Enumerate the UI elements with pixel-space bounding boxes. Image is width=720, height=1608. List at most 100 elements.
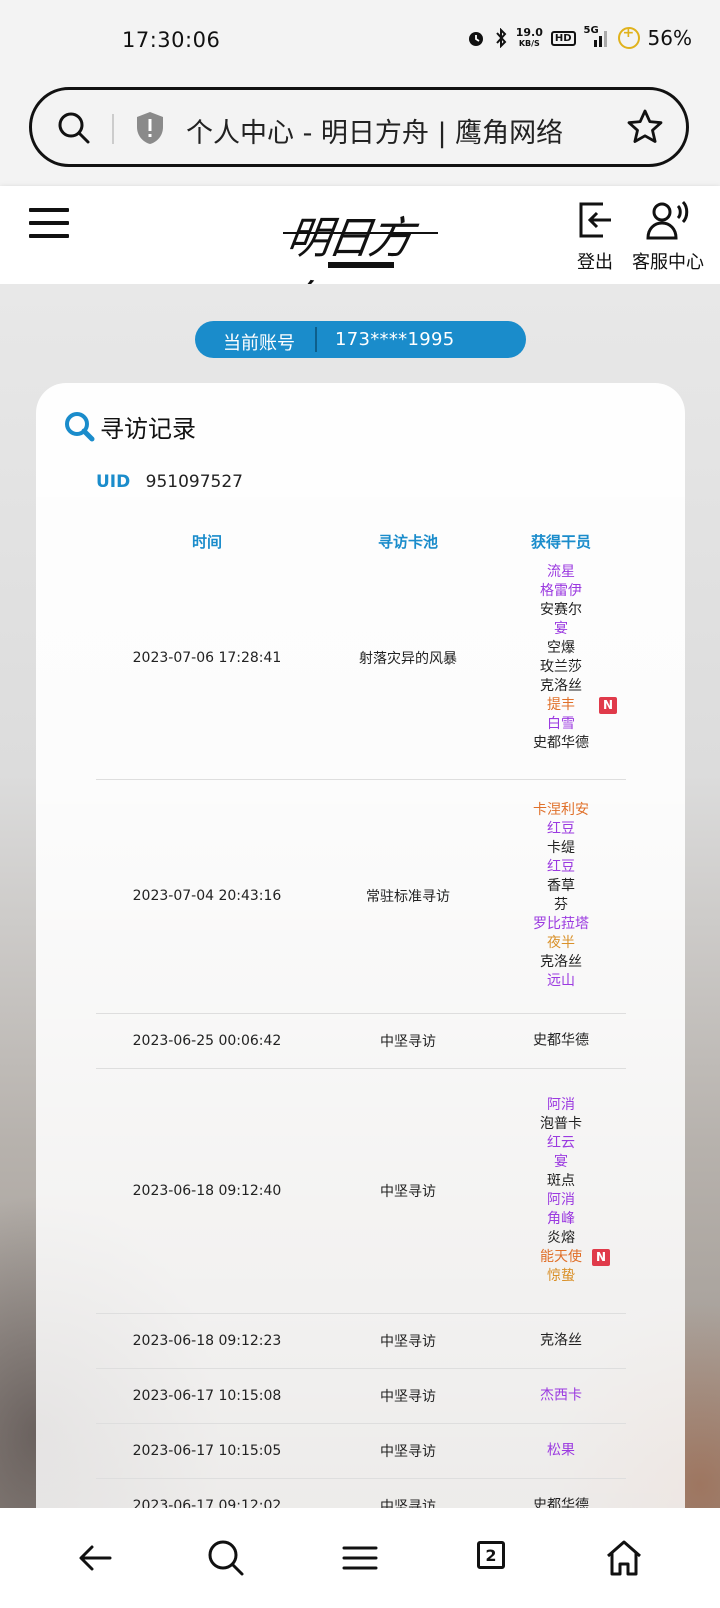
- operator-name: 能天使 N: [540, 1248, 611, 1267]
- operator-name: 红豆: [547, 859, 575, 875]
- search-icon: [65, 411, 95, 441]
- menu-icon[interactable]: [29, 208, 69, 242]
- operator-name: 安赛尔: [540, 601, 582, 618]
- operator-name: 玫兰莎: [540, 658, 582, 675]
- operator-name: 宴: [554, 1153, 568, 1170]
- clock: 17:30:06: [122, 28, 221, 52]
- record-time: 2023-06-17 09:12:02: [132, 1497, 282, 1509]
- operator-name: 惊蛰: [547, 1267, 575, 1284]
- record-operators: 松果: [547, 1441, 575, 1460]
- home-icon[interactable]: [604, 1538, 644, 1578]
- address-bar[interactable]: 个人中心 - 明日方舟 | 鹰角网络: [29, 87, 689, 167]
- uid-value: 951097527: [145, 472, 243, 492]
- record-time: 2023-06-17 10:15:05: [132, 1442, 282, 1459]
- operator-name: 格雷伊: [540, 582, 582, 599]
- operator-name: 松果: [547, 1442, 575, 1458]
- operator-name: 克洛丝: [540, 954, 582, 970]
- battery-saver-icon: [617, 25, 640, 49]
- back-arrow-icon[interactable]: [76, 1538, 116, 1578]
- record-time: 2023-07-06 17:28:41: [132, 649, 282, 666]
- table-row: 2023-06-18 09:12:40 中坚寻访 阿消 泡普卡 红云宴斑点 阿消 角峰 炎熔能…: [96, 1068, 626, 1314]
- signal-icon: 5G: [584, 25, 610, 48]
- record-operators: 杰西卡: [540, 1386, 582, 1405]
- record-time: 2023-06-17 10:15:08: [132, 1387, 282, 1404]
- record-pool: 中坚寻访: [380, 1183, 436, 1200]
- operator-name: 克洛丝: [540, 1332, 582, 1348]
- shield-icon[interactable]: [134, 110, 166, 146]
- operator-name: 卡涅利安: [533, 802, 589, 818]
- operator-name: 流星: [547, 563, 575, 580]
- bottom-navigation: 2: [0, 1508, 720, 1608]
- customer-service-button[interactable]: 客服中心: [630, 200, 706, 274]
- operator-name: 红豆: [547, 821, 575, 837]
- bluetooth-icon: [495, 28, 507, 48]
- operator-name: 提丰 N: [533, 696, 618, 715]
- operator-name: 夜半: [547, 935, 575, 951]
- operator-name: 远山: [547, 973, 575, 989]
- operator-name: 香草: [547, 878, 575, 894]
- record-time: 2023-06-18 09:12:40: [132, 1182, 282, 1199]
- operator-name: 宴: [554, 620, 568, 637]
- uid-label: UID: [96, 472, 131, 492]
- operator-name: 史都华德: [533, 1032, 589, 1048]
- table-row: 2023-06-17 10:15:08 中坚寻访 杰西卡: [96, 1368, 626, 1424]
- alarm-icon: [468, 32, 483, 46]
- service-label: 客服中心: [632, 252, 704, 273]
- status-icons: 19.0KB/S HD 5G 56%: [466, 25, 692, 50]
- operator-name: 克洛丝: [540, 677, 582, 694]
- record-operators: 史都华德: [533, 1031, 589, 1050]
- arknights-logo[interactable]: 明日方舟: [274, 194, 438, 328]
- operator-name: 红云: [547, 1134, 575, 1151]
- menu-icon[interactable]: [340, 1538, 380, 1578]
- hd-icon: HD: [550, 30, 576, 46]
- record-pool: 射落灾异的风暴: [359, 650, 457, 667]
- logout-icon: [579, 202, 611, 238]
- record-time: 2023-07-04 20:43:16: [132, 888, 282, 904]
- table-row: 2023-07-06 17:28:41 射落灾异的风暴 流星 格雷伊 安赛尔宴空爆 玫兰莎…: [96, 536, 626, 780]
- search-icon[interactable]: [56, 110, 92, 146]
- network-speed: 19.0 KB/S: [515, 26, 543, 48]
- record-operators: 克洛丝: [540, 1331, 582, 1350]
- record-time: 2023-06-25 00:06:42: [132, 1032, 282, 1049]
- operator-name: 炎熔: [547, 1229, 575, 1246]
- operator-name: 泡普卡: [540, 1115, 582, 1132]
- table-row: 2023-06-25 00:06:42 中坚寻访 史都华德: [96, 1013, 626, 1069]
- account-label: 当前账号: [223, 333, 295, 354]
- record-operators: 史都华德: [533, 1496, 589, 1508]
- record-operators: 阿消 泡普卡 红云宴斑点 阿消 角峰 炎熔 能天使 N 惊蛰: [540, 1096, 611, 1286]
- headset-icon: [646, 200, 689, 240]
- gacha-records-card: 寻访记录 UID 951097527 时间 寻访卡池 获得干员 2023-07-…: [36, 383, 685, 1508]
- operator-name: 阿消: [547, 1096, 575, 1113]
- record-operators: 卡涅利安 红豆 卡缇 红豆 香草芬罗比菈塔 夜半 克洛丝 远山: [533, 801, 589, 991]
- search-icon[interactable]: [206, 1538, 246, 1578]
- table-row: 2023-06-18 09:12:23 中坚寻访 克洛丝: [96, 1313, 626, 1369]
- record-operators: 流星 格雷伊 安赛尔宴空爆 玫兰莎 克洛丝 提丰 N 白雪 史都华德: [533, 563, 618, 753]
- current-account-badge: 当前账号 173****1995: [195, 321, 526, 358]
- operator-name: 卡缇: [547, 840, 575, 856]
- operator-name: 杰西卡: [540, 1387, 582, 1403]
- table-row: 2023-06-17 10:15:05 中坚寻访 松果: [96, 1423, 626, 1479]
- operator-name: 斑点: [547, 1172, 575, 1189]
- record-time: 2023-06-18 09:12:23: [132, 1332, 282, 1349]
- status-bar: 17:30:06 19.0KB/S HD 5G 56%: [0, 0, 720, 84]
- operator-name: 白雪: [547, 715, 575, 732]
- operator-name: 角峰: [547, 1210, 575, 1227]
- operator-name: 史都华德: [533, 734, 589, 751]
- new-badge: N: [592, 1248, 611, 1266]
- address-divider: [112, 114, 114, 144]
- bookmark-star-icon[interactable]: [626, 108, 664, 146]
- table-row: 2023-07-04 20:43:16 常驻标准寻访 卡涅利安 红豆 卡缇 红豆 香草芬罗比…: [96, 779, 626, 1014]
- record-pool: 中坚寻访: [380, 1443, 436, 1460]
- logout-button[interactable]: 登出: [572, 200, 618, 274]
- site-header: 明日方舟 登出 客服中心: [0, 186, 720, 328]
- battery-level: 56%: [647, 26, 692, 50]
- operator-name: 罗比菈塔: [533, 916, 589, 932]
- account-value: 173****1995: [335, 329, 455, 350]
- record-pool: 常驻标准寻访: [366, 889, 450, 905]
- records-title: 寻访记录: [64, 409, 196, 444]
- tabs-button[interactable]: 2: [477, 1541, 505, 1569]
- page-title[interactable]: 个人中心 - 明日方舟 | 鹰角网络: [186, 111, 563, 150]
- record-pool: 中坚寻访: [380, 1498, 436, 1509]
- record-pool: 中坚寻访: [380, 1388, 436, 1405]
- operator-name: 芬: [554, 897, 568, 913]
